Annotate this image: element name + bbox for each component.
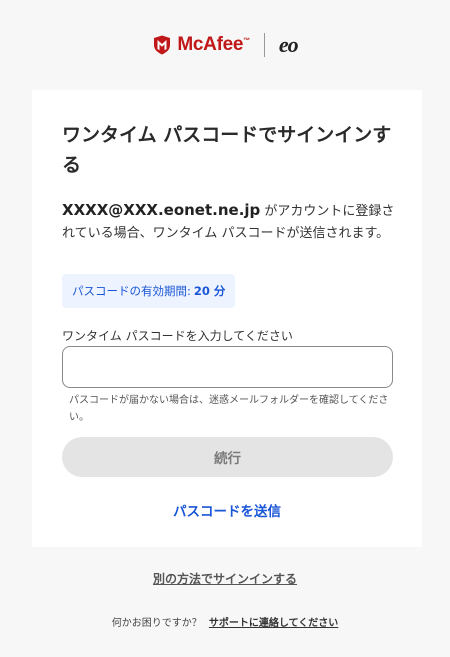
email-address: XXXX@XXX.eonet.ne.jp	[62, 201, 261, 219]
eo-logo: eo	[278, 32, 299, 57]
validity-notice: パスコードの有効期間: 20 分	[62, 274, 236, 308]
alt-signin-link[interactable]: 別の方法でサインインする	[0, 570, 450, 587]
contact-support-link[interactable]: サポートに連絡してください	[209, 618, 338, 629]
mcafee-logo: McAfee™	[152, 34, 250, 56]
signin-card: ワンタイム パスコードでサインインする XXXX@XXX.eonet.ne.jp…	[32, 90, 422, 547]
logo-row: McAfee™ eo	[152, 32, 299, 58]
validity-label: パスコードの有効期間:	[72, 284, 191, 298]
help-row: 何かお困りですか？ サポートに連絡してください	[0, 614, 450, 629]
header: McAfee™ eo	[0, 0, 450, 88]
validity-value: 20 分	[193, 284, 226, 298]
continue-button[interactable]: 続行	[62, 437, 393, 477]
help-text: 何かお困りですか？	[111, 618, 202, 629]
passcode-input[interactable]	[62, 346, 393, 388]
resend-passcode-link[interactable]: パスコードを送信	[32, 500, 422, 520]
passcode-hint: パスコードが届かない場合は、迷惑メールフォルダーを確認してください。	[69, 395, 389, 423]
description: XXXX@XXX.eonet.ne.jp がアカウントに登録されている場合、ワン…	[62, 199, 397, 245]
mcafee-shield-icon	[154, 35, 171, 55]
passcode-label: ワンタイム パスコードを入力してください	[62, 329, 293, 343]
mcafee-wordmark: McAfee™	[177, 34, 250, 55]
logo-divider	[263, 33, 265, 57]
page-title: ワンタイム パスコードでサインインする	[62, 124, 392, 176]
